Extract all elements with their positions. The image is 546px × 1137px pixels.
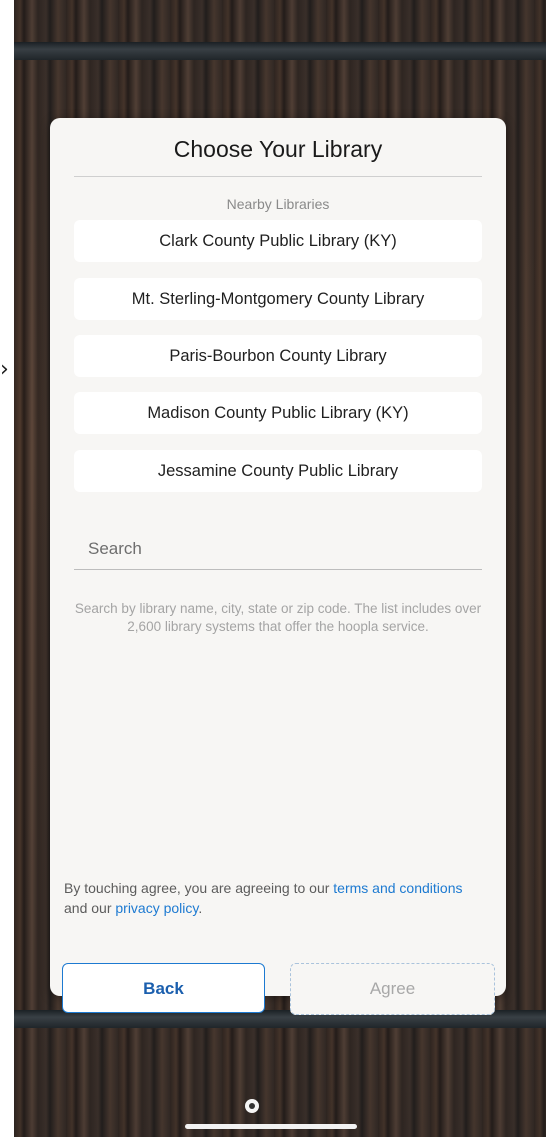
library-option[interactable]: Paris-Bourbon County Library bbox=[74, 335, 482, 377]
library-option[interactable]: Madison County Public Library (KY) bbox=[74, 392, 482, 434]
agree-button[interactable]: Agree bbox=[290, 963, 495, 1015]
terms-and-conditions-link[interactable]: terms and conditions bbox=[333, 880, 462, 896]
page-indicator-icon bbox=[245, 1099, 259, 1113]
home-indicator[interactable] bbox=[185, 1124, 357, 1129]
chevron-right-icon[interactable]: › bbox=[0, 355, 12, 385]
library-option[interactable]: Jessamine County Public Library bbox=[74, 450, 482, 492]
back-button[interactable]: Back bbox=[62, 963, 265, 1013]
search-hint: Search by library name, city, state or z… bbox=[74, 601, 482, 634]
library-option[interactable]: Clark County Public Library (KY) bbox=[74, 220, 482, 262]
modal-title: Choose Your Library bbox=[173, 136, 383, 162]
library-option[interactable]: Mt. Sterling-Montgomery County Library bbox=[74, 278, 482, 320]
title-divider bbox=[74, 176, 482, 177]
nearby-libraries-label: Nearby Libraries bbox=[226, 196, 330, 212]
terms-prefix: By touching agree, you are agreeing to o… bbox=[64, 880, 334, 896]
terms-suffix: . bbox=[198, 900, 203, 916]
choose-library-modal: Choose Your Library Nearby Libraries Cla… bbox=[50, 118, 506, 1015]
terms-middle: and our bbox=[64, 900, 116, 916]
terms-notice: By touching agree, you are agreeing to o… bbox=[64, 878, 482, 918]
privacy-policy-link[interactable]: privacy policy bbox=[115, 900, 198, 916]
search-input[interactable] bbox=[74, 528, 482, 570]
